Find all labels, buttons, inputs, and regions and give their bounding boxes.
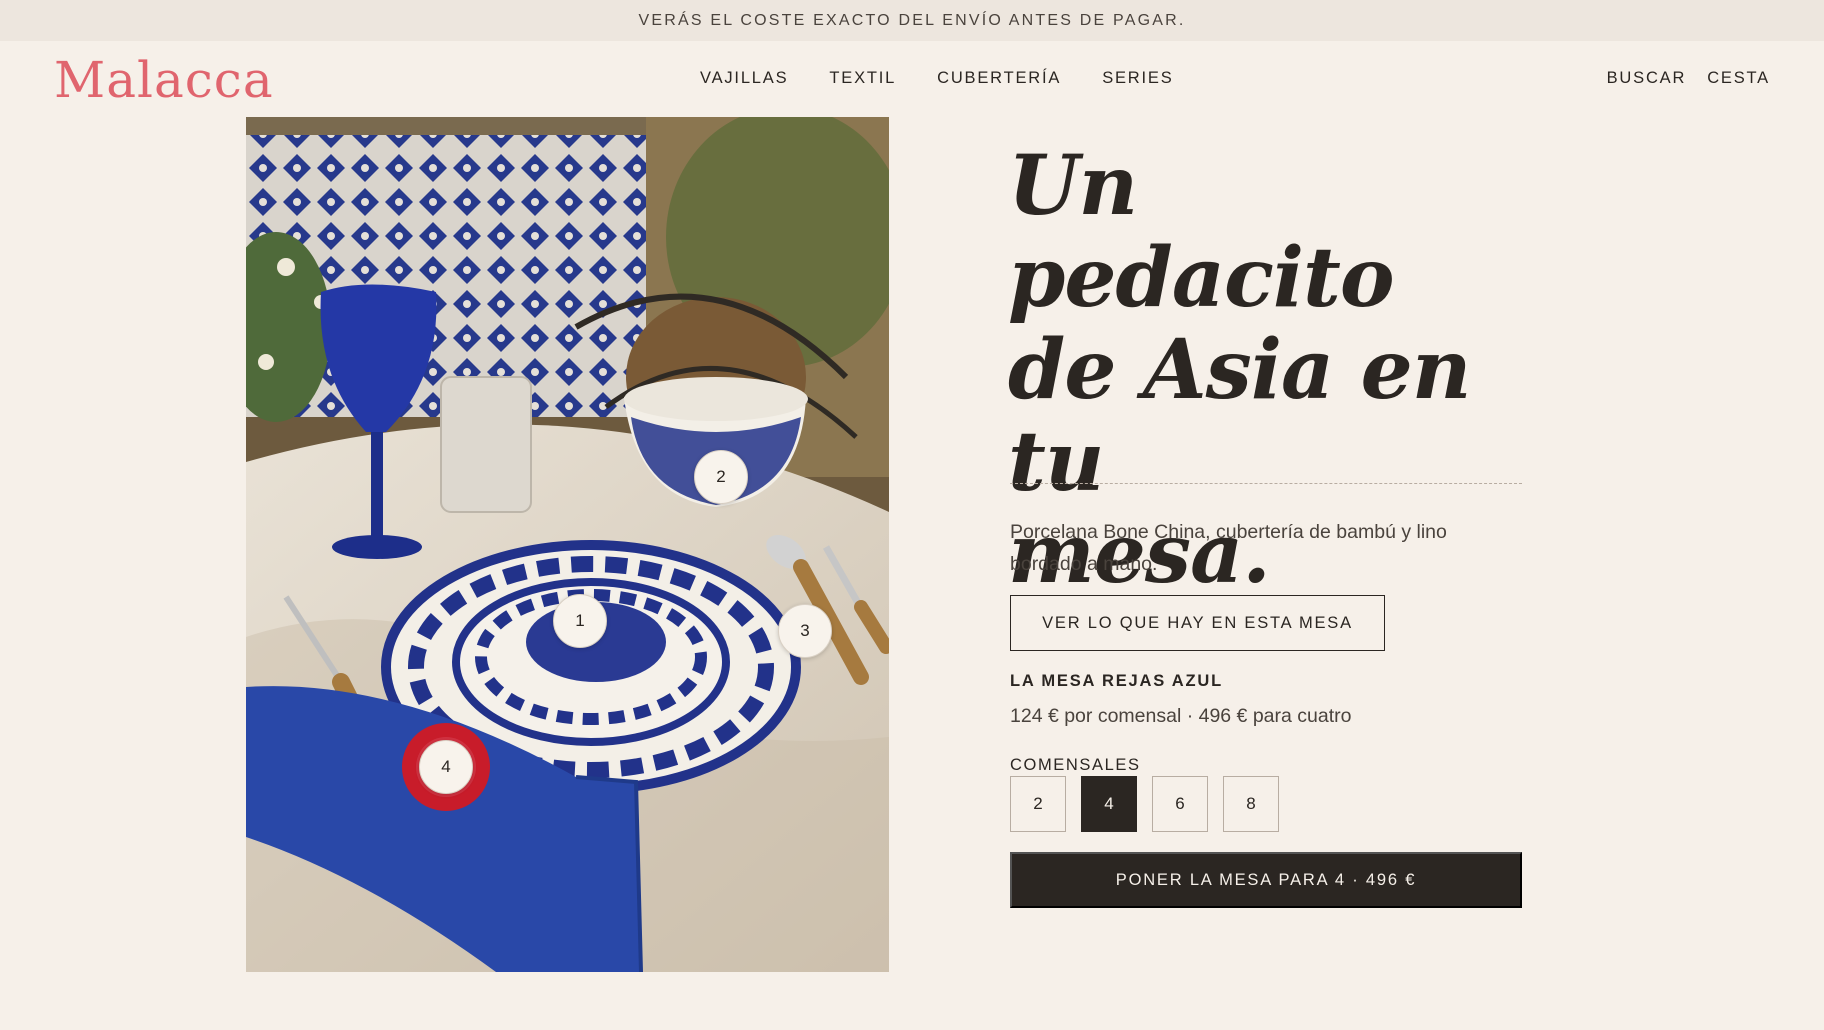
hotspot-2[interactable]: 2: [694, 450, 748, 504]
main-nav: VAJILLAS TEXTIL CUBERTERÍA SERIES: [700, 69, 1215, 88]
announcement-text: VERÁS EL COSTE EXACTO DEL ENVÍO ANTES DE…: [638, 11, 1186, 29]
diners-label: COMENSALES: [1010, 756, 1141, 774]
set-name: LA MESA REJAS AZUL: [1010, 672, 1223, 690]
nav-item-series[interactable]: SERIES: [1102, 69, 1173, 88]
dashed-divider: [1010, 483, 1522, 484]
diners-option-4[interactable]: 4: [1081, 776, 1137, 832]
set-table-cta-button[interactable]: PONER LA MESA PARA 4 · 496 €: [1010, 852, 1522, 908]
hotspot-4[interactable]: 4: [419, 740, 473, 794]
table-setting-photo: 1 2 3 4: [246, 117, 889, 972]
announcement-bar: VERÁS EL COSTE EXACTO DEL ENVÍO ANTES DE…: [0, 0, 1824, 41]
site-header: Malacca VAJILLAS TEXTIL CUBERTERÍA SERIE…: [0, 41, 1824, 117]
hotspot-1[interactable]: 1: [553, 594, 607, 648]
view-table-items-button[interactable]: VER LO QUE HAY EN ESTA MESA: [1010, 595, 1385, 651]
utility-nav: BUSCAR CESTA: [1607, 69, 1770, 88]
nav-item-vajillas[interactable]: VAJILLAS: [700, 69, 788, 88]
hero-headline-line-2: de Asia en tu: [1008, 322, 1471, 510]
nav-item-textil[interactable]: TEXTIL: [829, 69, 896, 88]
search-link[interactable]: BUSCAR: [1607, 69, 1687, 88]
brand-logo[interactable]: Malacca: [54, 51, 274, 109]
diners-option-8[interactable]: 8: [1223, 776, 1279, 832]
hotspot-3[interactable]: 3: [778, 604, 832, 658]
cart-link[interactable]: CESTA: [1707, 69, 1770, 88]
hero-description: Porcelana Bone China, cubertería de bamb…: [1010, 521, 1447, 575]
diners-selector: 2 4 6 8: [1010, 776, 1279, 832]
diners-option-6[interactable]: 6: [1152, 776, 1208, 832]
table-setting-illustration: [246, 117, 889, 972]
nav-item-cuberteria[interactable]: CUBERTERÍA: [937, 69, 1061, 88]
hero-headline-line-1: Un pedacito: [1008, 138, 1395, 326]
diners-option-2[interactable]: 2: [1010, 776, 1066, 832]
price-line: 124 € por comensal · 496 € para cuatro: [1010, 705, 1352, 727]
